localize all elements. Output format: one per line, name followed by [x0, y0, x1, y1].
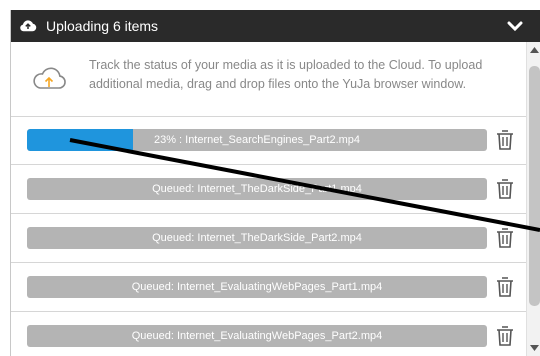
upload-row: 23% : Internet_SearchEngines_Part2.mp4 — [11, 117, 526, 165]
upload-panel: Uploading 6 items Track the status of yo… — [10, 10, 540, 356]
upload-row: Queued: Internet_TheDarkSide_Part1.mp4 — [11, 166, 526, 214]
upload-info-section: Track the status of your media as it is … — [11, 42, 526, 117]
upload-row: Queued: Internet_EvaluatingWebPages_Part… — [11, 264, 526, 312]
upload-progress-label: Queued: Internet_TheDarkSide_Part1.mp4 — [152, 183, 362, 195]
upload-row: Queued: Internet_EvaluatingWebPages_Part… — [11, 313, 526, 356]
scroll-down-icon[interactable] — [530, 345, 539, 351]
trash-icon[interactable] — [496, 178, 514, 200]
upload-progress-label: Queued: Internet_EvaluatingWebPages_Part… — [131, 330, 383, 342]
scrollbar[interactable] — [526, 42, 540, 356]
upload-progress-label: 23% : Internet_SearchEngines_Part2.mp4 — [153, 134, 361, 146]
scroll-up-icon[interactable] — [530, 47, 539, 53]
upload-progress-bar: Queued: Internet_EvaluatingWebPages_Part… — [27, 325, 487, 347]
chevron-down-icon[interactable] — [507, 19, 523, 33]
trash-icon[interactable] — [496, 227, 514, 249]
upload-row: Queued: Internet_TheDarkSide_Part2.mp4 — [11, 215, 526, 263]
cloud-upload-icon — [20, 20, 37, 32]
upload-progress-bar: Queued: Internet_EvaluatingWebPages_Part… — [27, 276, 487, 298]
cloud-upload-outline-icon — [33, 67, 66, 89]
trash-icon[interactable] — [496, 325, 514, 347]
upload-progress-bar: Queued: Internet_TheDarkSide_Part1.mp4 — [27, 178, 487, 200]
scrollbar-thumb[interactable] — [529, 66, 540, 306]
upload-panel-header[interactable]: Uploading 6 items — [11, 10, 540, 42]
trash-icon[interactable] — [496, 276, 514, 298]
upload-progress-bar: Queued: Internet_TheDarkSide_Part2.mp4 — [27, 227, 487, 249]
upload-progress-label: Queued: Internet_EvaluatingWebPages_Part… — [131, 281, 383, 293]
trash-icon[interactable] — [496, 129, 514, 151]
upload-panel-title: Uploading 6 items — [46, 18, 159, 34]
upload-progress-bar: 23% : Internet_SearchEngines_Part2.mp4 — [27, 129, 487, 151]
upload-progress-label: Queued: Internet_TheDarkSide_Part2.mp4 — [152, 232, 362, 244]
upload-info-text: Track the status of your media as it is … — [89, 58, 483, 91]
